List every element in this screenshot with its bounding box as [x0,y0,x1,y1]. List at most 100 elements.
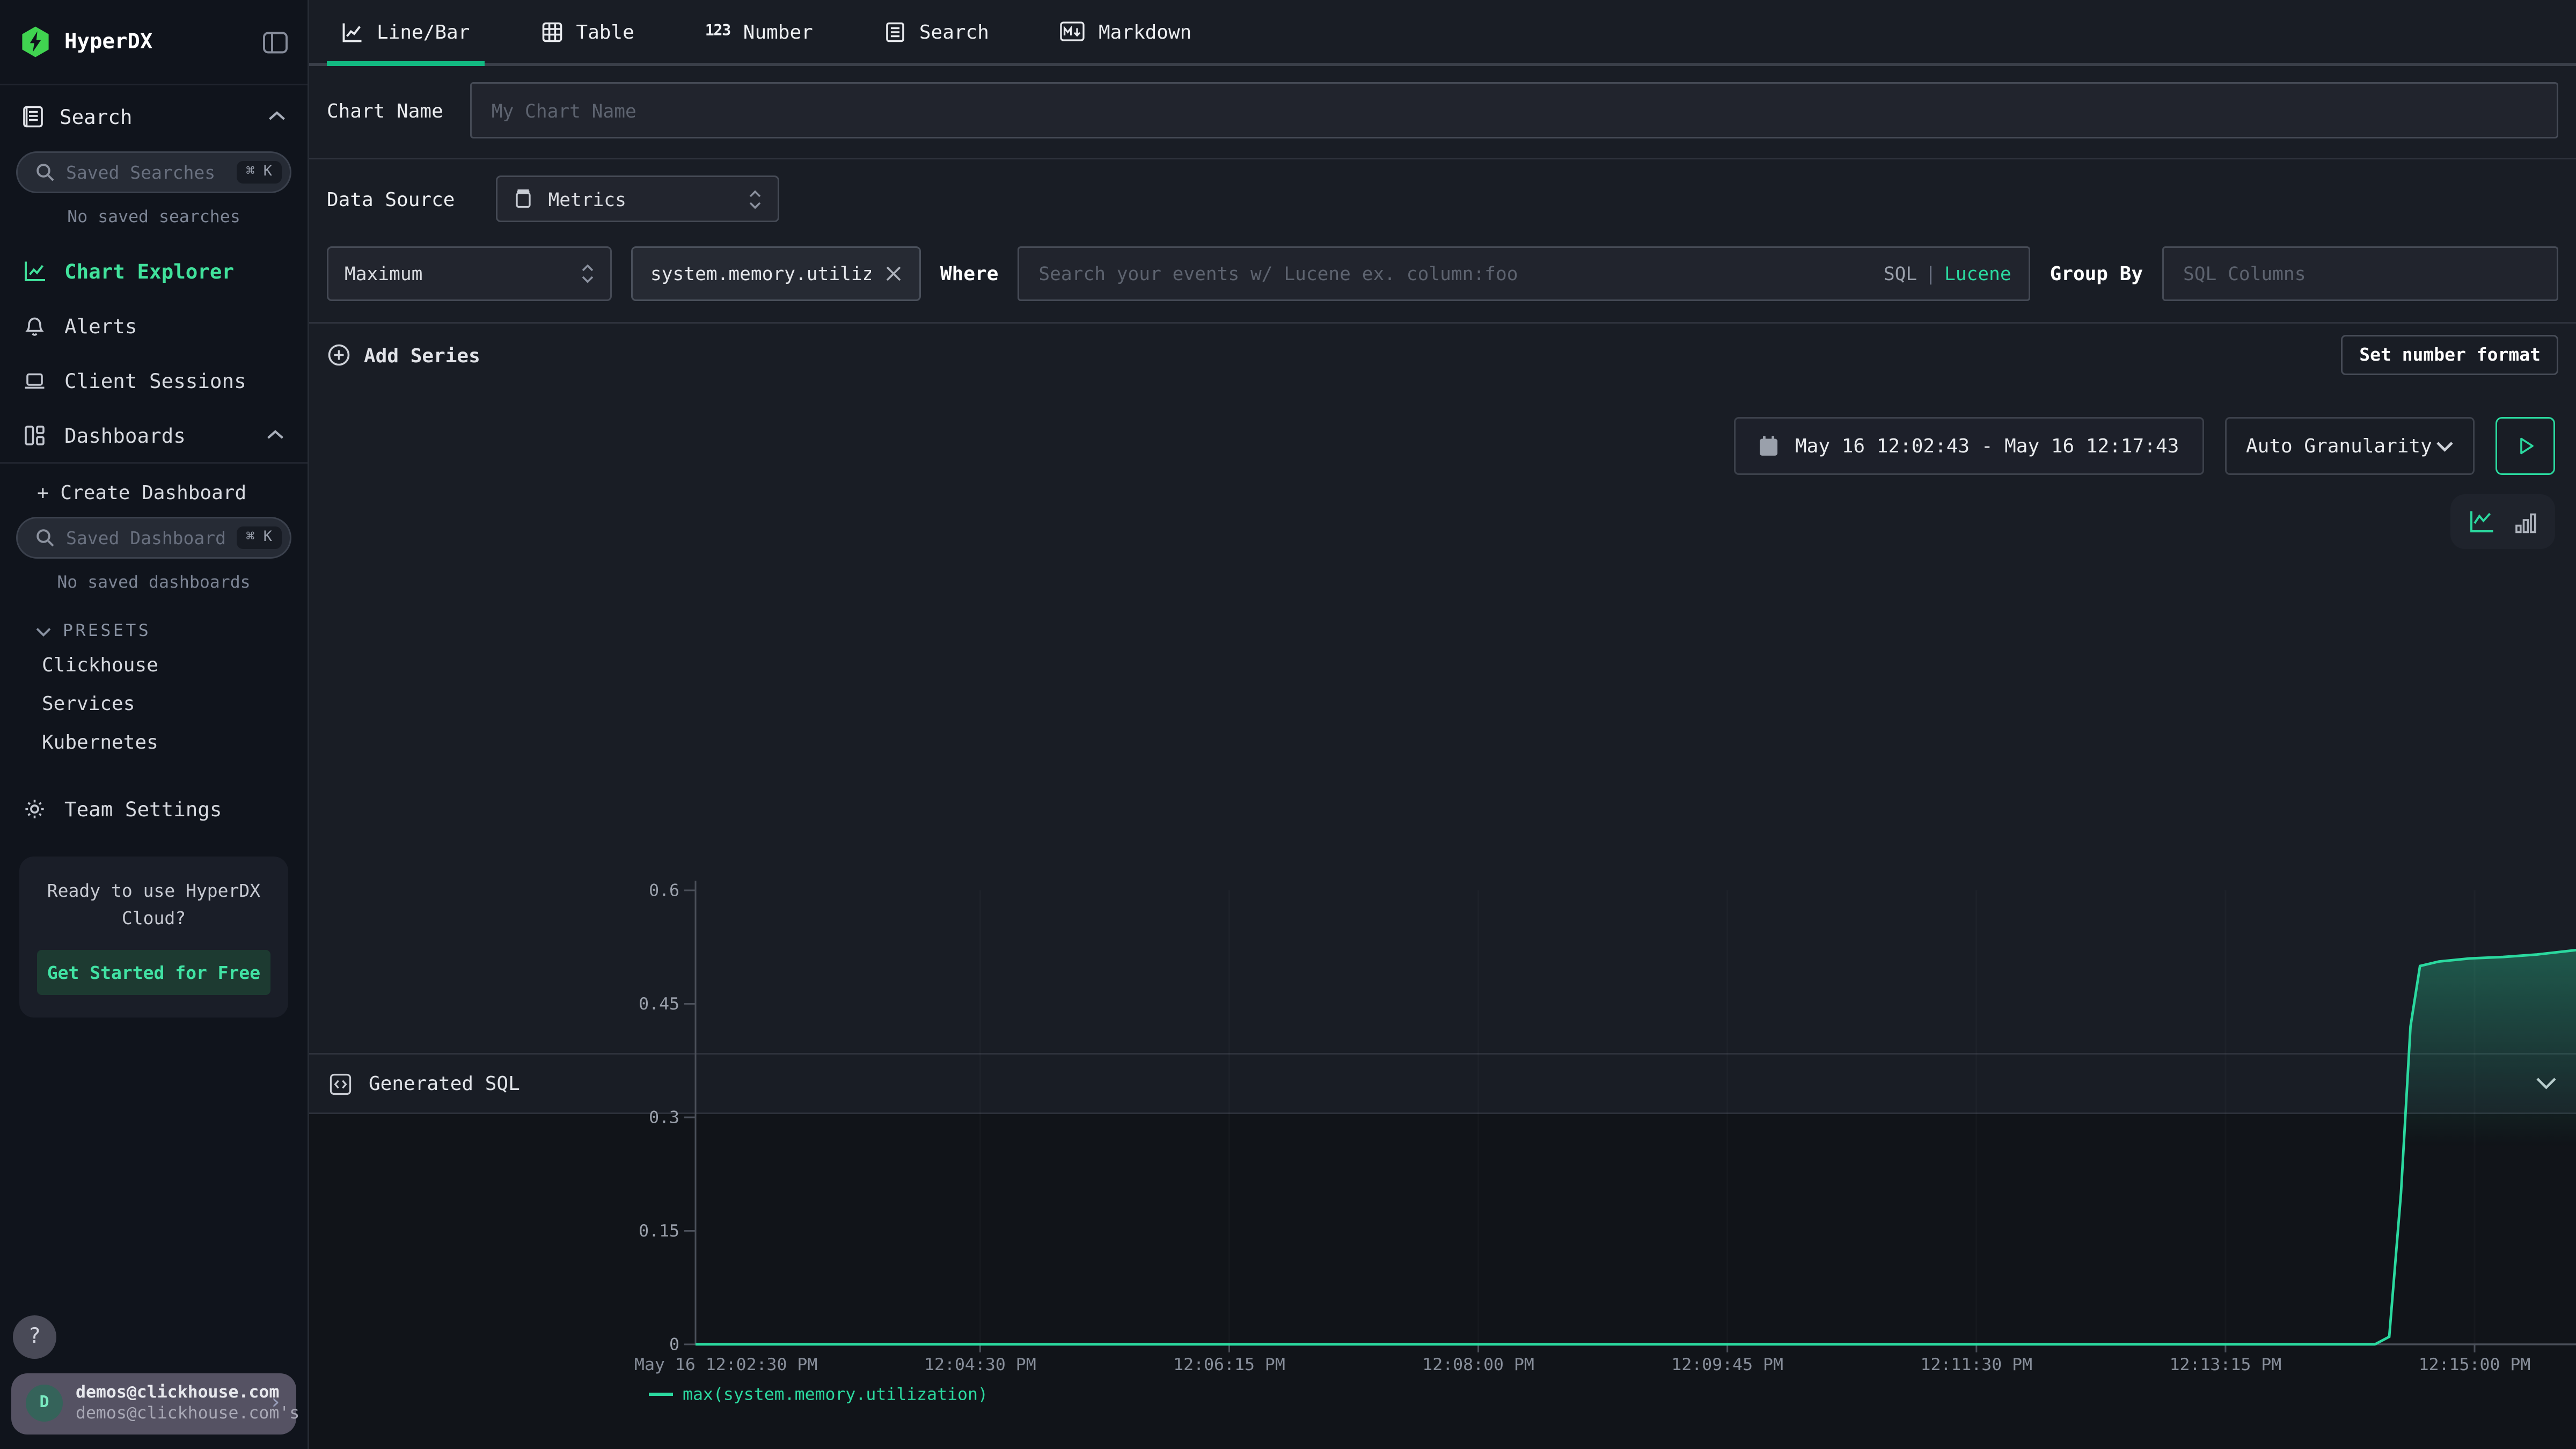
bell-icon [23,313,47,338]
user-menu[interactable]: D demos@clickhouse.com demos@clickhouse.… [11,1373,296,1435]
chart-svg[interactable]: 0 0.15 0.3 0.45 0.6 May 16 12:02:30 PM 12:04:3… [631,858,2576,1414]
svg-text:12:04:30 PM: 12:04:30 PM [924,1355,1036,1374]
aggregation-select[interactable]: Maximum [327,246,612,301]
svg-text:12:06:15 PM: 12:06:15 PM [1173,1355,1285,1374]
tab-line-bar[interactable]: Line/Bar [327,0,484,63]
chevron-up-icon[interactable] [267,109,287,122]
add-series-row: Add Series Set number format [309,324,2576,391]
presets-toggle[interactable]: PRESETS [0,609,308,646]
granularity-select[interactable]: Auto Granularity [2225,417,2475,475]
tab-label: Line/Bar [377,20,470,43]
sidebar-section-label: Search [60,104,132,128]
chevron-right-icon: › [269,1392,282,1416]
chart-display-toggle [2450,494,2555,549]
data-source-label: Data Source [327,188,455,210]
svg-text:0.15: 0.15 [639,1221,679,1241]
aggregation-value: Maximum [345,262,422,285]
logo-row: HyperDX [0,0,308,84]
sidebar-item-alerts[interactable]: Alerts [0,298,308,353]
chart-controls: May 16 12:02:43 - May 16 12:17:43 Auto G… [309,391,2576,475]
saved-dashboards-placeholder: Saved Dashboards [66,528,225,548]
where-input[interactable] [1018,246,2030,301]
get-started-button[interactable]: Get Started for Free [37,950,270,995]
chart-name-input[interactable] [471,82,2558,138]
user-email: demos@clickhouse.com [76,1382,257,1403]
select-updown-icon [749,189,762,209]
help-button[interactable]: ? [13,1315,56,1358]
where-wrap: SQL|Lucene [1018,246,2030,301]
svg-text:0.3: 0.3 [649,1108,679,1128]
select-updown-icon [581,264,594,283]
preset-item-kubernetes[interactable]: Kubernetes [0,723,308,762]
sidebar-item-chart-explorer[interactable]: Chart Explorer [0,243,308,298]
avatar: D [26,1385,63,1422]
series-area [696,946,2576,1344]
saved-dashboards-input[interactable]: Saved Dashboards ⌘ K [16,517,291,559]
add-series-label: Add Series [364,344,480,367]
data-source-select[interactable]: Metrics [496,175,780,222]
tab-number[interactable]: 123 Number [691,0,828,63]
date-range-picker[interactable]: May 16 12:02:43 - May 16 12:17:43 [1734,417,2204,475]
svg-text:12:08:00 PM: 12:08:00 PM [1422,1355,1534,1374]
chart-type-tabs: Line/Bar Table 123 Number Search [309,0,2576,66]
code-icon [328,1072,353,1096]
calendar-icon [1758,435,1779,457]
number-123-icon: 123 [705,23,730,40]
svg-text:12:15:00 PM: 12:15:00 PM [2419,1355,2531,1374]
run-query-button[interactable] [2496,417,2555,475]
shortcut-badge: ⌘ K [236,161,282,184]
svg-text:May 16 12:02:30 PM: May 16 12:02:30 PM [634,1355,817,1374]
markdown-icon [1060,21,1086,42]
create-dashboard-button[interactable]: + Create Dashboard [0,464,308,512]
sidebar: HyperDX Search Saved Searches ⌘ K No sav… [0,0,309,1449]
sidebar-item-team-settings[interactable]: Team Settings [0,781,308,836]
chart-name-label: Chart Name [327,99,443,122]
group-by-input[interactable] [2162,246,2558,301]
series-row: Maximum system.memory.utiliza Where SQL|… [309,243,2576,322]
sidebar-item-client-sessions[interactable]: Client Sessions [0,353,308,407]
sidebar-item-label: Dashboards [64,423,186,447]
svg-text:12:13:15 PM: 12:13:15 PM [2170,1355,2282,1374]
lucene-mode-button[interactable]: Lucene [1944,262,2011,285]
tab-search[interactable]: Search [869,0,1004,63]
svg-text:0.6: 0.6 [649,881,679,901]
user-info: demos@clickhouse.com demos@clickhouse.co… [76,1382,257,1425]
tab-label: Number [743,20,813,43]
preset-item-services[interactable]: Services [0,684,308,723]
sidebar-section-search[interactable]: Search [0,85,308,147]
user-team: demos@clickhouse.com's [76,1404,257,1425]
log-search-icon [21,104,45,128]
chevron-up-icon[interactable] [266,428,285,441]
line-chart-icon [341,20,364,43]
close-icon[interactable] [885,266,902,282]
tab-table[interactable]: Table [526,0,648,63]
circle-plus-icon [327,343,351,367]
svg-text:0.45: 0.45 [639,994,679,1014]
tab-markdown[interactable]: Markdown [1045,0,1206,63]
bar-chart-toggle-icon[interactable] [2515,510,2537,534]
laptop-icon [23,368,47,392]
no-saved-searches-text: No saved searches [0,193,308,243]
group-by-label: Group By [2050,262,2143,285]
promo-text: Ready to use HyperDX Cloud? [37,877,270,932]
svg-text:12:11:30 PM: 12:11:30 PM [1920,1355,2032,1374]
database-icon [514,188,533,209]
saved-searches-input[interactable]: Saved Searches ⌘ K [16,151,291,193]
saved-searches-placeholder: Saved Searches [66,162,225,183]
metric-chip[interactable]: system.memory.utiliza [631,246,921,301]
chevron-down-icon [35,626,52,637]
chart-name-row: Chart Name [309,82,2576,138]
preset-item-clickhouse[interactable]: Clickhouse [0,646,308,684]
date-range-value: May 16 12:02:43 - May 16 12:17:43 [1795,435,2179,457]
line-chart-toggle-icon[interactable] [2468,509,2496,535]
set-number-format-button[interactable]: Set number format [2341,335,2558,375]
add-series-button[interactable]: Add Series [327,343,480,367]
sidebar-collapse-icon[interactable] [262,30,288,54]
sidebar-item-dashboards[interactable]: Dashboards [0,407,308,462]
granularity-value: Auto Granularity [2246,435,2432,457]
sidebar-item-label: Team Settings [64,796,222,821]
metric-name: system.memory.utiliza [650,262,871,285]
legend-label: max(system.memory.utilization) [683,1385,988,1404]
svg-text:0: 0 [669,1335,679,1355]
shortcut-badge: ⌘ K [236,526,282,549]
